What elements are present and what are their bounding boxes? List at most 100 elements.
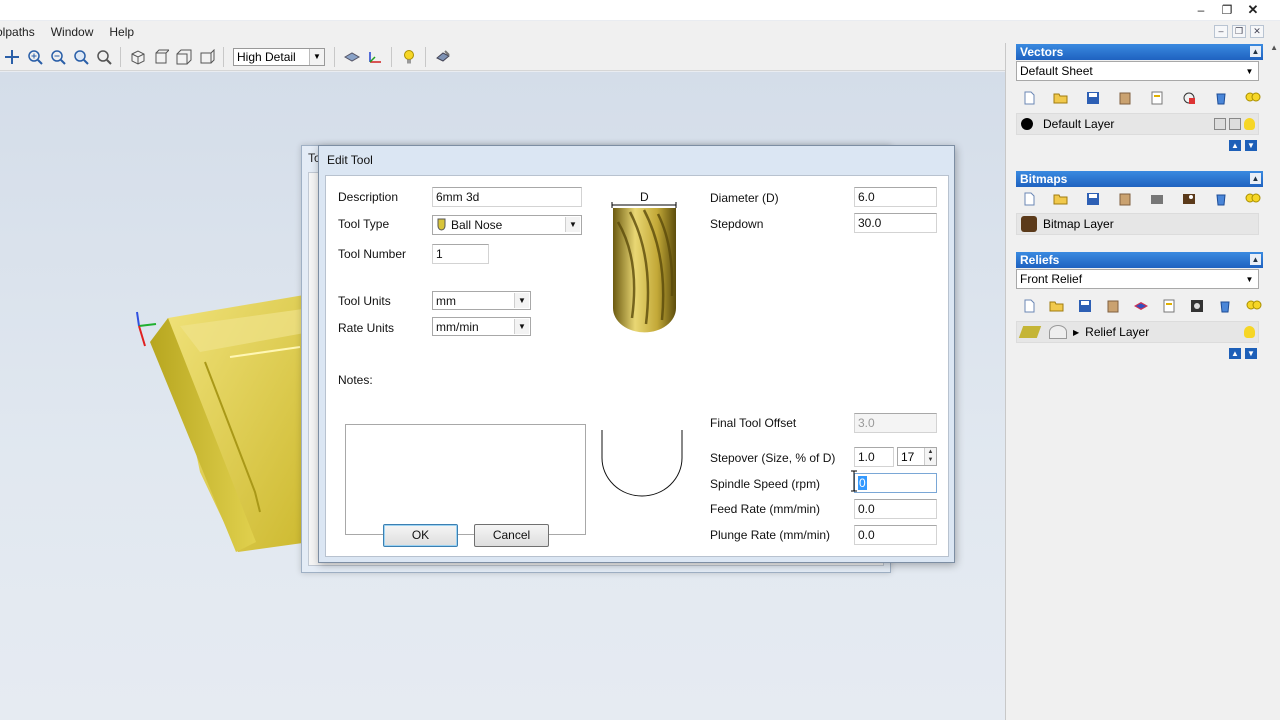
move-up-icon[interactable]: ▲ [1229, 140, 1241, 151]
shaded-view-icon[interactable] [343, 48, 361, 66]
feed-rate-input[interactable]: 0.0 [854, 499, 937, 519]
description-input[interactable]: 6mm 3d [432, 187, 582, 207]
menu-toolpaths[interactable]: olpaths [0, 25, 45, 39]
paste-icon[interactable] [1116, 90, 1133, 107]
lighting-bulb-icon[interactable] [400, 48, 418, 66]
delete-icon[interactable] [1217, 298, 1234, 315]
layer-properties-icon[interactable] [1161, 298, 1178, 315]
iso-view-icon[interactable] [129, 48, 147, 66]
new-layer-icon[interactable] [1020, 191, 1037, 208]
minimize-icon[interactable]: – [1188, 0, 1214, 20]
cancel-button[interactable]: Cancel [474, 524, 549, 547]
stepdown-input[interactable]: 30.0 [854, 213, 937, 233]
bitmap-image-icon[interactable] [1181, 191, 1198, 208]
axes-icon[interactable] [366, 48, 384, 66]
pan-icon[interactable] [3, 48, 21, 66]
ok-button[interactable]: OK [383, 524, 458, 547]
notes-textarea[interactable] [345, 424, 586, 535]
diameter-input[interactable]: 6.0 [854, 187, 937, 207]
menu-window[interactable]: Window [51, 25, 104, 39]
menu-help[interactable]: Help [109, 25, 144, 39]
visibility-bulb-icon[interactable] [1244, 118, 1255, 130]
relief-settings-icon[interactable] [1189, 298, 1206, 315]
lock-icon[interactable] [1214, 118, 1226, 130]
bitmap-grey-icon[interactable] [1149, 191, 1166, 208]
relief-combine-mode-icon[interactable] [1049, 325, 1067, 339]
vector-sheet-select[interactable]: Default Sheet ▼ [1016, 61, 1259, 81]
bitmap-layer-row[interactable]: Bitmap Layer [1016, 213, 1259, 235]
mdi-restore-icon[interactable]: ❐ [1232, 25, 1246, 38]
layers-panel: Vectors ▲ Default Sheet ▼ Default Layer … [1005, 43, 1280, 720]
vector-transform-icon[interactable] [1181, 90, 1198, 107]
light-bulbs-icon[interactable] [1245, 298, 1262, 315]
vectors-header[interactable]: Vectors ▲ [1016, 44, 1264, 60]
front-view-icon[interactable] [175, 48, 193, 66]
stepover-size-input[interactable]: 1.0 [854, 447, 894, 467]
material-settings-icon[interactable] [434, 48, 452, 66]
pin-icon[interactable]: ▲ [1250, 173, 1261, 184]
move-down-icon[interactable]: ▼ [1245, 348, 1257, 359]
light-bulbs-icon[interactable] [1245, 191, 1262, 208]
visibility-bulb-icon[interactable] [1244, 326, 1255, 338]
tool-type-value: Ball Nose [451, 218, 503, 232]
tool-units-value: mm [436, 294, 456, 308]
pin-icon[interactable]: ▲ [1250, 254, 1261, 265]
tool-units-label: Tool Units [338, 294, 391, 308]
side-view-icon[interactable] [198, 48, 216, 66]
rate-units-select[interactable]: mm/min ▼ [432, 317, 531, 336]
save-icon[interactable] [1084, 90, 1101, 107]
mdi-minimize-icon[interactable]: – [1214, 25, 1228, 38]
new-layer-icon[interactable] [1020, 90, 1037, 107]
paste-icon[interactable] [1104, 298, 1121, 315]
tool-number-input[interactable]: 1 [432, 244, 489, 264]
save-icon[interactable] [1076, 298, 1093, 315]
relief-combine-icon[interactable] [1133, 298, 1150, 315]
save-icon[interactable] [1084, 191, 1101, 208]
close-icon[interactable]: ✕ [1240, 0, 1266, 20]
spin-arrows-icon[interactable]: ▲ ▼ [924, 448, 936, 465]
zoom-in-icon[interactable] [26, 48, 44, 66]
delete-icon[interactable] [1213, 90, 1230, 107]
vector-layer-row[interactable]: Default Layer [1016, 113, 1259, 135]
relief-layer-order: ▲ ▼ [1229, 348, 1257, 359]
edit-tool-dialog: Edit Tool Description 6mm 3d Tool Type B… [318, 145, 955, 563]
tool-units-select[interactable]: mm ▼ [432, 291, 531, 310]
expand-arrow-icon[interactable]: ▶ [1073, 328, 1079, 337]
tool-type-select[interactable]: Ball Nose ▼ [432, 215, 582, 235]
panel-scrollbar[interactable]: ▲ [1263, 43, 1280, 720]
move-down-icon[interactable]: ▼ [1245, 140, 1257, 151]
open-folder-icon[interactable] [1052, 90, 1069, 107]
spindle-speed-input[interactable]: 0 [854, 473, 937, 493]
reliefs-header[interactable]: Reliefs ▲ [1016, 252, 1264, 268]
light-bulbs-icon[interactable] [1245, 90, 1262, 107]
tool-number-label: Tool Number [338, 247, 407, 261]
zoom-out-icon[interactable] [49, 48, 67, 66]
stepover-percent-spinner[interactable]: 17 ▲ ▼ [897, 447, 937, 466]
open-folder-icon[interactable] [1048, 298, 1065, 315]
toolbar-separator [391, 46, 392, 67]
layer-properties-icon[interactable] [1149, 90, 1166, 107]
spindle-speed-label: Spindle Speed (rpm) [710, 477, 821, 491]
restore-icon[interactable]: ❐ [1214, 0, 1240, 20]
relief-select-value: Front Relief [1020, 272, 1083, 286]
new-layer-icon[interactable] [1020, 298, 1037, 315]
pin-icon[interactable]: ▲ [1250, 46, 1261, 57]
edit-pen-icon[interactable] [1229, 118, 1241, 130]
bitmaps-header[interactable]: Bitmaps ▲ [1016, 171, 1264, 187]
view-toolbar: High Detail ▼ [0, 43, 1005, 71]
scroll-up-icon[interactable]: ▲ [1270, 43, 1278, 52]
open-folder-icon[interactable] [1052, 191, 1069, 208]
top-view-icon[interactable] [152, 48, 170, 66]
mdi-close-icon[interactable]: ✕ [1250, 25, 1264, 38]
render-detail-select[interactable]: High Detail ▼ [233, 47, 325, 66]
zoom-box-icon[interactable] [95, 48, 113, 66]
move-up-icon[interactable]: ▲ [1229, 348, 1241, 359]
zoom-extents-icon[interactable] [72, 48, 90, 66]
layer-color-dot-icon[interactable] [1021, 118, 1033, 130]
toolbar-separator [425, 46, 426, 67]
plunge-rate-input[interactable]: 0.0 [854, 525, 937, 545]
delete-icon[interactable] [1213, 191, 1230, 208]
paste-icon[interactable] [1116, 191, 1133, 208]
relief-select[interactable]: Front Relief ▼ [1016, 269, 1259, 289]
relief-layer-row[interactable]: ▶ Relief Layer [1016, 321, 1259, 343]
